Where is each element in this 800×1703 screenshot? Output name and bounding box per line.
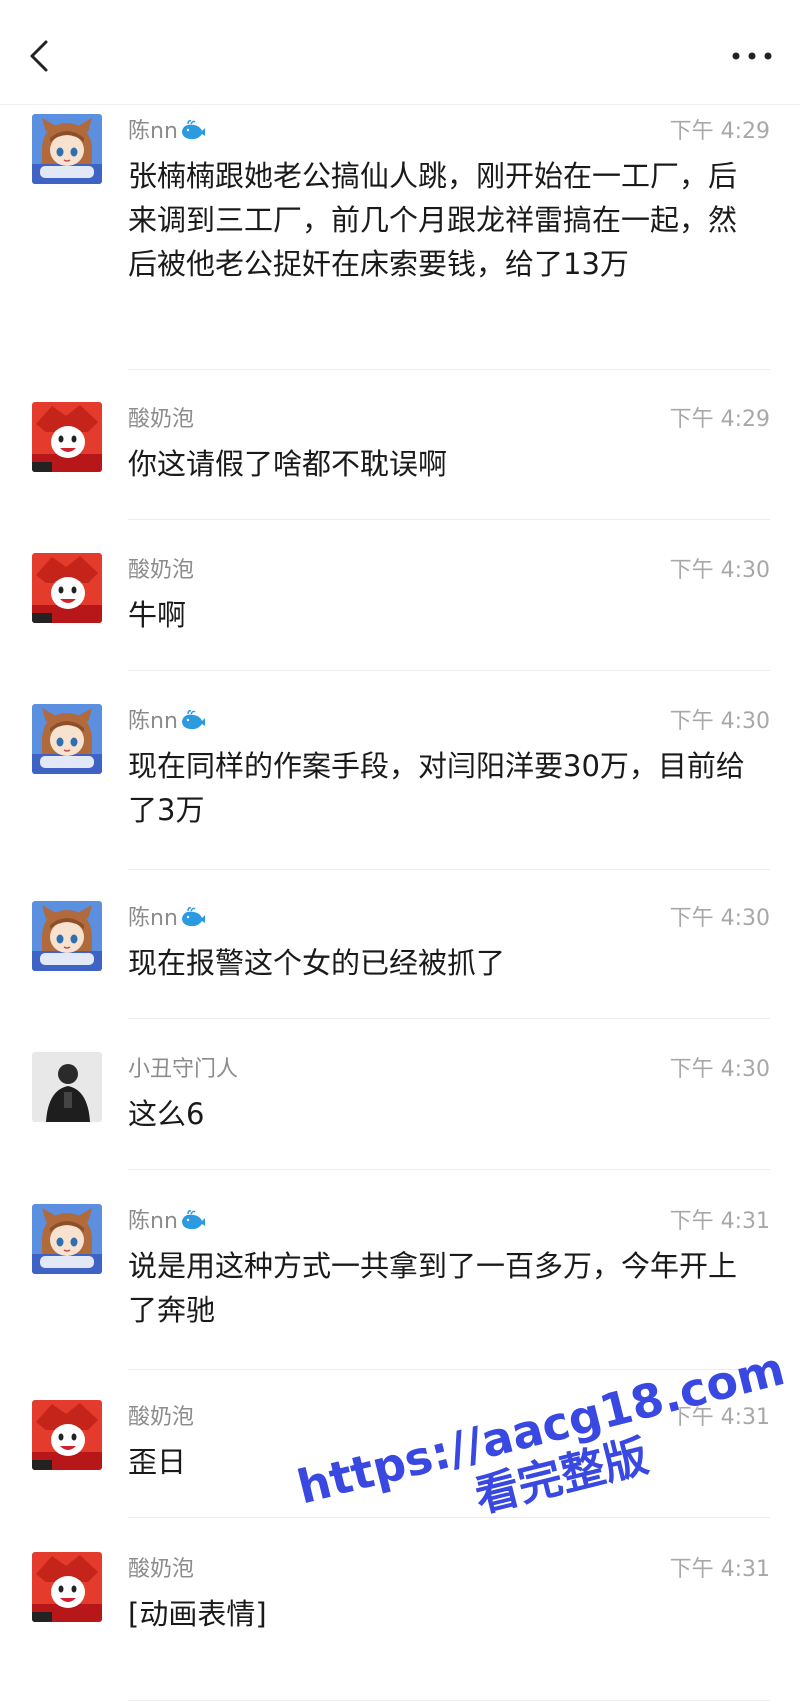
red-hair-cartoon-avatar[interactable]: [32, 1552, 102, 1622]
chat-message: 陈nn 下午 4:29 张楠楠跟她老公搞仙人跳，刚开始在一工厂，后来调到三工厂，…: [0, 104, 800, 372]
message-time: 下午 4:29: [669, 119, 770, 144]
chat-message: 陈nn 下午 4:30 现在同样的作案手段，对闫阳洋要30万，目前给了3万: [0, 694, 800, 870]
message-text: 张楠楠跟她老公搞仙人跳，刚开始在一工厂，后来调到三工厂，前几个月跟龙祥雷搞在一起…: [128, 159, 738, 281]
message-text: 牛啊: [128, 598, 187, 632]
chat-message: 酸奶泡 下午 4:29 你这请假了啥都不耽误啊: [0, 392, 800, 520]
chat-message: 陈nn 下午 4:31 说是用这种方式一共拿到了一百多万，今年开上了奔驰: [0, 1194, 800, 1370]
sender-name: 陈nn: [128, 118, 206, 146]
sender-name: 小丑守门人: [128, 1057, 239, 1082]
divider: [128, 519, 770, 520]
more-button[interactable]: [724, 40, 780, 72]
message-time: 下午 4:31: [669, 1557, 770, 1582]
top-bar: [0, 0, 800, 105]
whale-icon: [180, 906, 206, 928]
whale-icon: [180, 709, 206, 731]
message-text: [动画表情]: [128, 1597, 267, 1631]
divider: [128, 1700, 770, 1701]
red-hair-cartoon-avatar[interactable]: [32, 402, 102, 472]
message-text: 你这请假了啥都不耽误啊: [128, 447, 448, 481]
anime-girl-avatar[interactable]: [32, 114, 102, 184]
red-hair-cartoon-avatar[interactable]: [32, 1400, 102, 1470]
message-time: 下午 4:30: [669, 558, 770, 583]
message-time: 下午 4:31: [669, 1209, 770, 1234]
sender-name: 酸奶泡: [128, 407, 195, 432]
divider: [128, 1169, 770, 1170]
sender-name: 陈nn: [128, 708, 206, 736]
message-time: 下午 4:30: [669, 906, 770, 931]
sender-name: 酸奶泡: [128, 1557, 195, 1582]
sender-name: 陈nn: [128, 905, 206, 933]
sender-name: 酸奶泡: [128, 1405, 195, 1430]
dark-photo-avatar[interactable]: [32, 1052, 102, 1122]
anime-girl-avatar[interactable]: [32, 901, 102, 971]
message-text: 现在同样的作案手段，对闫阳洋要30万，目前给了3万: [128, 749, 745, 827]
chevron-left-icon: [30, 40, 48, 72]
red-hair-cartoon-avatar[interactable]: [32, 553, 102, 623]
whale-icon: [180, 1209, 206, 1231]
chat-message: 陈nn 下午 4:30 现在报警这个女的已经被抓了: [0, 891, 800, 1019]
whale-icon: [180, 119, 206, 141]
sender-name: 酸奶泡: [128, 558, 195, 583]
message-time: 下午 4:30: [669, 709, 770, 734]
divider: [128, 670, 770, 671]
chat-message: 酸奶泡 下午 4:30 牛啊: [0, 543, 800, 671]
sender-name: 陈nn: [128, 1208, 206, 1236]
more-horizontal-icon: [732, 52, 772, 60]
back-button[interactable]: [20, 34, 60, 78]
anime-girl-avatar[interactable]: [32, 1204, 102, 1274]
message-text: 现在报警这个女的已经被抓了: [128, 946, 506, 980]
divider: [128, 869, 770, 870]
chat-message: 小丑守门人 下午 4:30 这么6: [0, 1042, 800, 1170]
divider: [128, 369, 770, 370]
chat-message: 酸奶泡 下午 4:31 [动画表情]: [0, 1542, 800, 1701]
message-time: 下午 4:29: [669, 407, 770, 432]
divider: [128, 1018, 770, 1019]
message-text: 说是用这种方式一共拿到了一百多万，今年开上了奔驰: [128, 1249, 738, 1327]
message-time: 下午 4:30: [669, 1057, 770, 1082]
message-text: 这么6: [128, 1097, 205, 1131]
watermark: https://aacg18.com 看完整版: [292, 1341, 800, 1565]
anime-girl-avatar[interactable]: [32, 704, 102, 774]
